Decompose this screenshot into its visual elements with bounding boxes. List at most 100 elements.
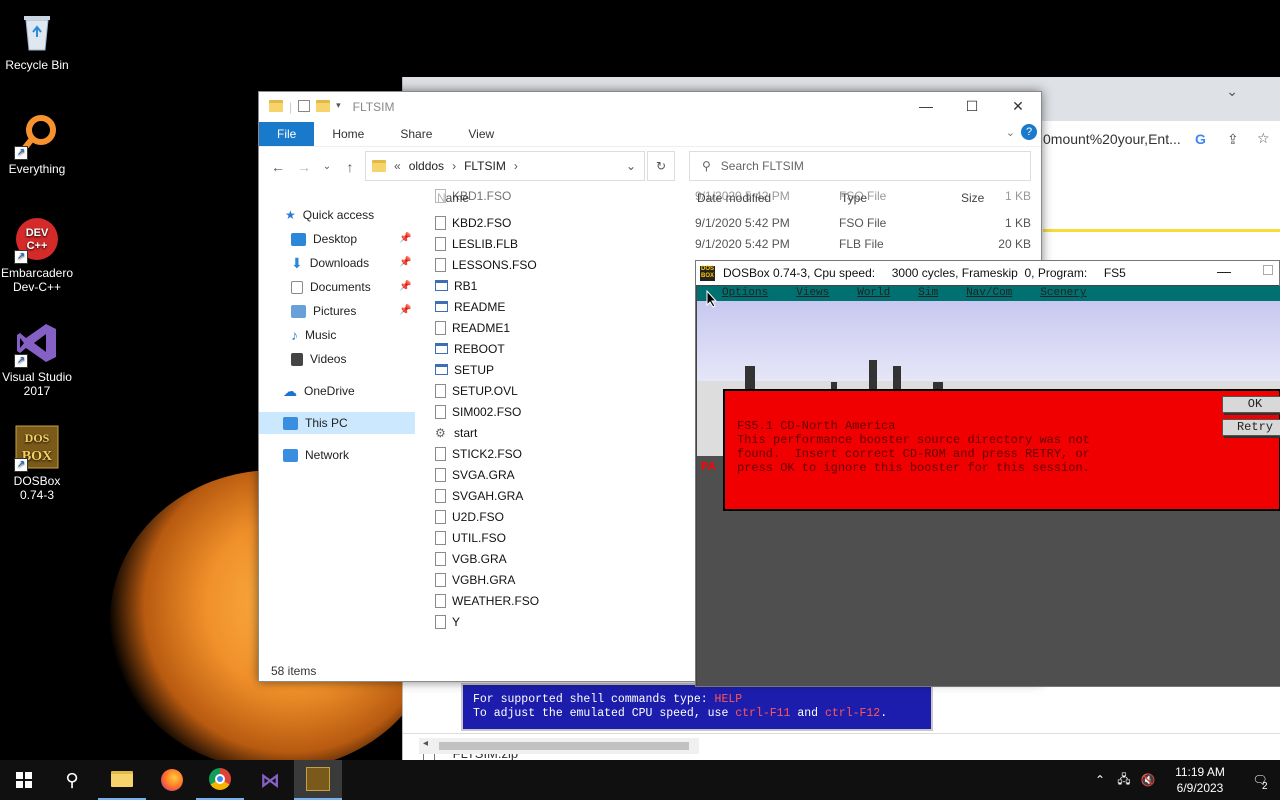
search-button[interactable]: ⚲ bbox=[48, 760, 96, 800]
new-folder-icon[interactable] bbox=[316, 100, 331, 112]
minimize-button[interactable]: — bbox=[903, 92, 949, 122]
taskbar-visual-studio[interactable]: ⋈ bbox=[246, 760, 294, 800]
breadcrumb-olddos[interactable]: olddos bbox=[409, 159, 444, 173]
nav-network[interactable]: Network bbox=[283, 444, 349, 466]
taskbar-firefox[interactable] bbox=[148, 760, 196, 800]
nav-pictures[interactable]: Pictures 📌 bbox=[291, 300, 415, 322]
clock[interactable]: 11:19 AM 6/9/2023 bbox=[1160, 764, 1240, 796]
menu-options[interactable]: Options bbox=[722, 286, 768, 301]
dosbox-logo-icon: DOS BOX bbox=[700, 265, 715, 281]
address-text: 0mount%20your,Ent... bbox=[1043, 131, 1181, 147]
forward-arrow-icon[interactable]: → bbox=[291, 159, 317, 175]
desktop-icon-recycle-bin[interactable]: Recycle Bin bbox=[0, 8, 74, 72]
maximize-button[interactable] bbox=[1263, 265, 1273, 275]
pin-icon[interactable]: 📌 bbox=[399, 276, 411, 298]
taskbar-dosbox[interactable] bbox=[294, 760, 342, 800]
nav-downloads[interactable]: ⬇ Downloads 📌 bbox=[291, 252, 415, 274]
file-icon bbox=[435, 446, 446, 461]
chevron-down-icon[interactable]: ⌄ bbox=[1226, 83, 1238, 100]
search-icon: ⚲ bbox=[702, 159, 711, 173]
expand-ribbon-icon[interactable]: ⌄ bbox=[1006, 126, 1015, 139]
chrome-address-bar[interactable]: 0mount%20your,Ent... G ⇪ ☆ bbox=[1043, 125, 1280, 155]
volume-muted-icon[interactable]: 🔇 bbox=[1136, 773, 1160, 787]
ok-button[interactable]: OK bbox=[1222, 396, 1280, 413]
folder-icon bbox=[269, 100, 283, 112]
program-icon bbox=[435, 301, 448, 312]
scroll-left-icon[interactable]: ◂ bbox=[423, 738, 428, 749]
desktop-icon-dev-cpp[interactable]: DEV C++ ↗ Embarcadero Dev-C++ bbox=[0, 216, 74, 294]
refresh-button[interactable]: ↻ bbox=[647, 151, 675, 181]
desktop-icon-everything[interactable]: ↗ Everything bbox=[0, 112, 74, 176]
network-icon[interactable]: 🖧 bbox=[1112, 770, 1136, 791]
nav-onedrive[interactable]: ☁ OneDrive bbox=[283, 380, 355, 402]
flight-sim-screen[interactable]: Options Views World Sim Nav/Com Scenery … bbox=[697, 286, 1280, 686]
nav-label: Videos bbox=[310, 352, 347, 366]
pin-icon[interactable]: 📌 bbox=[399, 252, 411, 274]
chevron-up-icon[interactable]: ⌃ bbox=[1088, 773, 1112, 787]
maximize-button[interactable]: ☐ bbox=[949, 92, 995, 122]
explorer-title-bar: | ▾ FLTSIM — ☐ ✕ bbox=[259, 92, 1041, 122]
recent-locations-icon[interactable]: ⌄ bbox=[317, 161, 337, 172]
desktop-icon-label: Embarcadero Dev-C++ bbox=[0, 266, 74, 294]
menu-views[interactable]: Views bbox=[796, 286, 829, 301]
desktop-icon-label: Visual Studio 2017 bbox=[2, 370, 72, 398]
google-icon[interactable]: G bbox=[1195, 131, 1206, 147]
file-row[interactable]: LESLIB.FLB 9/1/2020 5:42 PM FLB File 20 KB bbox=[435, 233, 1035, 254]
tab-file[interactable]: File bbox=[259, 122, 315, 146]
nav-videos[interactable]: Videos bbox=[291, 348, 346, 370]
file-row[interactable]: KBD1.FSO 9/1/2020 5:42 PM FSO File 1 KB bbox=[435, 188, 1035, 206]
dosbox-window[interactable]: DOS BOX DOSBox 0.74-3, Cpu speed: 3000 cy… bbox=[695, 260, 1280, 687]
menu-sim[interactable]: Sim bbox=[918, 286, 938, 301]
desktop-icon-visual-studio[interactable]: ↗ Visual Studio 2017 bbox=[0, 320, 74, 398]
file-row[interactable]: KBD2.FSO 9/1/2020 5:42 PM FSO File 1 KB bbox=[435, 212, 1035, 233]
nav-music[interactable]: ♪ Music bbox=[291, 324, 336, 346]
file-icon bbox=[435, 383, 446, 398]
file-date: 9/1/2020 5:42 PM bbox=[695, 188, 790, 203]
share-icon[interactable]: ⇪ bbox=[1227, 131, 1239, 148]
notifications-icon[interactable]: 🗨 2 bbox=[1240, 773, 1280, 792]
tab-home[interactable]: Home bbox=[314, 122, 382, 146]
file-size: 1 KB bbox=[1004, 188, 1031, 203]
minimize-button[interactable]: — bbox=[1217, 263, 1231, 279]
taskbar-file-explorer[interactable] bbox=[98, 760, 146, 800]
chevron-down-icon[interactable]: ⌄ bbox=[626, 159, 636, 173]
address-bar[interactable]: « olddos › FLTSIM › ⌄ bbox=[365, 151, 645, 181]
file-size: 1 KB bbox=[1004, 215, 1031, 230]
search-input[interactable]: ⚲ Search FLTSIM bbox=[689, 151, 1031, 181]
up-arrow-icon[interactable]: ↑ bbox=[337, 159, 363, 175]
pin-icon[interactable]: 📌 bbox=[399, 300, 411, 322]
file-icon bbox=[435, 572, 446, 587]
pictures-icon bbox=[291, 304, 306, 318]
menu-nav-com[interactable]: Nav/Com bbox=[966, 286, 1012, 301]
breadcrumb-fltsim[interactable]: FLTSIM bbox=[464, 159, 506, 173]
star-icon[interactable]: ☆ bbox=[1257, 130, 1270, 147]
horizontal-scrollbar[interactable]: ◂ bbox=[419, 738, 699, 754]
tab-view[interactable]: View bbox=[450, 122, 512, 146]
menu-scenery[interactable]: Scenery bbox=[1040, 286, 1086, 301]
desktop-icon-dosbox[interactable]: DOS BOX ↗ DOSBox 0.74-3 bbox=[0, 424, 74, 502]
nav-documents[interactable]: Documents 📌 bbox=[291, 276, 415, 298]
properties-icon[interactable] bbox=[298, 100, 311, 112]
status-item-count: 58 items bbox=[271, 664, 317, 678]
nav-quick-access[interactable]: ★ Quick access bbox=[285, 204, 374, 226]
dosbox-icon: DOS BOX ↗ bbox=[14, 424, 60, 472]
ribbon-tabs: File Home Share View ⌄ ? bbox=[259, 122, 1041, 146]
menu-world[interactable]: World bbox=[857, 286, 890, 301]
scrollbar-thumb[interactable] bbox=[439, 742, 689, 750]
file-icon bbox=[435, 320, 446, 335]
dropdown-arrow-icon[interactable]: ▾ bbox=[336, 100, 341, 114]
taskbar-chrome[interactable] bbox=[196, 760, 244, 800]
chrome-infobar-accent bbox=[1043, 229, 1280, 232]
tab-share[interactable]: Share bbox=[382, 122, 450, 146]
pin-icon[interactable]: 📌 bbox=[399, 228, 411, 250]
close-button[interactable]: ✕ bbox=[995, 92, 1041, 122]
download-icon: ⬇ bbox=[291, 255, 303, 271]
start-button[interactable] bbox=[0, 760, 48, 800]
nav-desktop[interactable]: Desktop 📌 bbox=[291, 228, 415, 250]
nav-this-pc[interactable]: This PC bbox=[259, 412, 415, 434]
back-arrow-icon[interactable]: ← bbox=[265, 159, 291, 175]
retry-button[interactable]: Retry bbox=[1222, 419, 1280, 436]
help-icon[interactable]: ? bbox=[1021, 124, 1037, 140]
search-icon: ⚲ bbox=[65, 769, 79, 790]
dialog-message: This performance booster source director… bbox=[737, 433, 1090, 475]
